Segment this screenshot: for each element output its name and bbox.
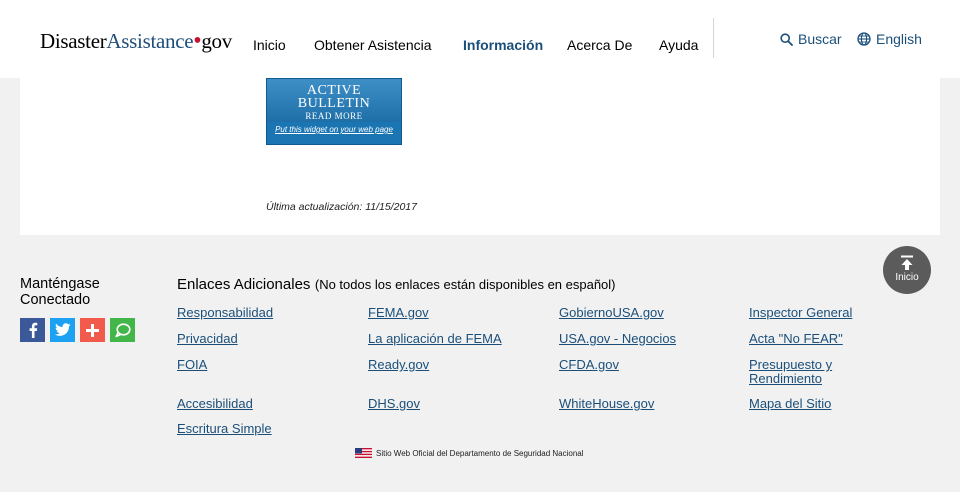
footer-link-escritura-simple[interactable]: Escritura Simple: [177, 422, 272, 436]
chat-button[interactable]: [110, 318, 135, 342]
footer-link-usa-negocios[interactable]: USA.gov - Negocios: [559, 332, 676, 346]
footer-link-accesibilidad[interactable]: Accesibilidad: [177, 397, 253, 411]
chat-icon: [114, 322, 131, 337]
footer-link-mapa-sitio[interactable]: Mapa del Sitio: [749, 397, 831, 411]
footer-link-responsabilidad[interactable]: Responsabilidad: [177, 306, 273, 320]
connect-title: Manténgase Conectado: [20, 276, 100, 308]
links-title-main: Enlaces Adicionales: [177, 276, 311, 293]
footer-link-cfda[interactable]: CFDA.gov: [559, 358, 619, 372]
widget-title: ACTIVE BULLETIN: [267, 84, 401, 111]
nav-obtener-asistencia[interactable]: Obtener Asistencia: [314, 37, 432, 53]
language-toggle[interactable]: English: [857, 31, 922, 47]
official-site-text: Sitio Web Oficial del Departamento de Se…: [376, 448, 584, 458]
footer-link-presupuesto[interactable]: Presupuesto y Rendimiento: [749, 358, 859, 386]
us-flag-icon: [355, 448, 372, 458]
last-updated: Última actualización: 11/15/2017: [266, 201, 417, 213]
widget-embed-link[interactable]: Put this widget on your web page: [267, 125, 401, 134]
footer-link-fema[interactable]: FEMA.gov: [368, 306, 429, 320]
back-to-top-label: Inicio: [895, 272, 919, 283]
twitter-icon: [54, 323, 70, 336]
footer-link-privacidad[interactable]: Privacidad: [177, 332, 238, 346]
content-card: ACTIVE BULLETIN READ MORE Put this widge…: [20, 78, 940, 235]
footer-link-dhs[interactable]: DHS.gov: [368, 397, 420, 411]
facebook-button[interactable]: [20, 318, 45, 342]
globe-icon: [857, 32, 871, 46]
twitter-button[interactable]: [50, 318, 75, 342]
widget-title-line2: BULLETIN: [297, 96, 371, 111]
language-label: English: [876, 31, 922, 47]
widget-read-more[interactable]: READ MORE: [267, 111, 401, 121]
footer-link-inspector-general[interactable]: Inspector General: [749, 306, 852, 320]
footer-link-gobiernousa[interactable]: GobiernoUSA.gov: [559, 306, 664, 320]
site-header: DisasterAssistance•gov Inicio Obtener As…: [0, 0, 960, 78]
search-label: Buscar: [798, 31, 842, 47]
links-title: Enlaces Adicionales (No todos los enlace…: [177, 276, 616, 294]
footer-link-fema-app[interactable]: La aplicación de FEMA: [368, 332, 502, 346]
logo-part-gov: gov: [201, 29, 232, 53]
share-plus-icon: [86, 323, 99, 337]
share-button[interactable]: [80, 318, 105, 342]
site-logo[interactable]: DisasterAssistance•gov: [40, 28, 232, 55]
official-site-notice: Sitio Web Oficial del Departamento de Se…: [355, 448, 584, 458]
nav-informacion[interactable]: Información: [463, 37, 543, 53]
nav-divider: [713, 18, 714, 58]
arrow-up-icon: [901, 255, 913, 270]
nav-ayuda[interactable]: Ayuda: [659, 37, 698, 53]
facebook-icon: [29, 322, 37, 338]
footer-link-whitehouse[interactable]: WhiteHouse.gov: [559, 397, 654, 411]
footer-link-ready[interactable]: Ready.gov: [368, 358, 429, 372]
search-button[interactable]: Buscar: [780, 31, 842, 47]
footer-link-no-fear[interactable]: Acta "No FEAR": [749, 332, 843, 346]
footer-link-foia[interactable]: FOIA: [177, 358, 207, 372]
nav-inicio[interactable]: Inicio: [253, 37, 286, 53]
search-icon: [780, 32, 793, 46]
active-bulletin-widget[interactable]: ACTIVE BULLETIN READ MORE Put this widge…: [266, 78, 402, 145]
nav-acerca-de[interactable]: Acerca De: [567, 37, 632, 53]
logo-part-disaster: Disaster: [40, 29, 107, 53]
logo-part-assistance: Assistance: [106, 29, 194, 53]
links-title-note: (No todos los enlaces están disponibles …: [314, 277, 616, 292]
back-to-top-button[interactable]: Inicio: [883, 246, 931, 294]
